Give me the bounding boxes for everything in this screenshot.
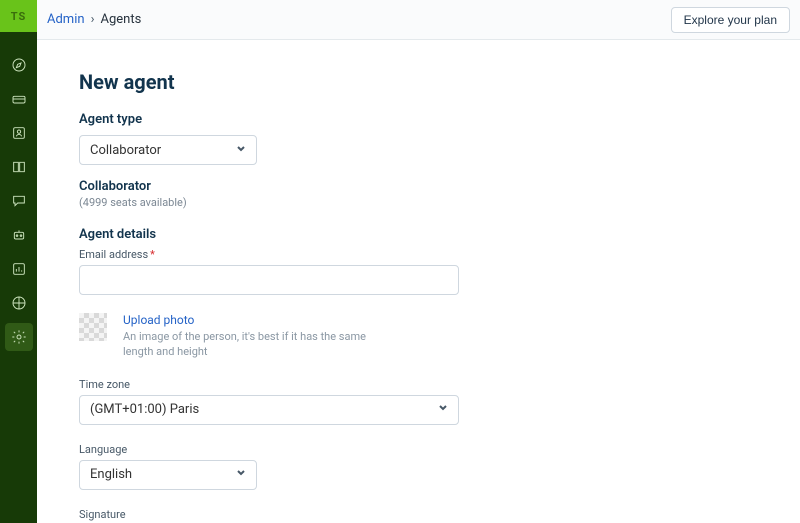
chevron-right-icon: ›: [91, 12, 95, 27]
chevron-down-icon: [236, 467, 246, 482]
nav-dashboard[interactable]: [5, 51, 33, 79]
chat-icon: [11, 193, 27, 209]
nav-chat[interactable]: [5, 187, 33, 215]
seats-available: (4999 seats available): [79, 196, 800, 209]
agent-details-title: Agent details: [79, 227, 800, 242]
upload-photo-desc: An image of the person, it's best if it …: [123, 329, 373, 360]
breadcrumb-current: Agents: [100, 12, 141, 27]
topbar: Admin › Agents Explore your plan: [37, 0, 800, 40]
book-icon: [11, 159, 27, 175]
compass-icon: [11, 57, 27, 73]
contact-icon: [11, 125, 27, 141]
content-scroll[interactable]: New agent Agent type Collaborator Collab…: [37, 40, 800, 523]
chevron-down-icon: [438, 402, 448, 417]
language-label: Language: [79, 443, 800, 456]
sidebar-rail: TS: [0, 0, 37, 523]
avatar-placeholder: [79, 313, 107, 341]
ticket-icon: [11, 91, 27, 107]
breadcrumb: Admin › Agents: [47, 12, 141, 27]
language-value: English: [90, 467, 132, 482]
timezone-label: Time zone: [79, 378, 800, 391]
bot-icon: [11, 227, 27, 243]
breadcrumb-root[interactable]: Admin: [47, 12, 85, 27]
explore-plan-button[interactable]: Explore your plan: [671, 7, 790, 33]
nav-contacts[interactable]: [5, 119, 33, 147]
agent-type-label: Agent type: [79, 112, 800, 127]
page-title: New agent: [79, 70, 800, 94]
explore-icon: [11, 295, 27, 311]
timezone-value: (GMT+01:00) Paris: [90, 402, 199, 417]
signature-label: Signature: [79, 508, 800, 521]
nav-reports[interactable]: [5, 255, 33, 283]
agent-type-select[interactable]: Collaborator: [79, 135, 257, 165]
agent-type-value: Collaborator: [90, 143, 161, 158]
email-label: Email address*: [79, 248, 800, 261]
upload-photo-link[interactable]: Upload photo: [123, 313, 373, 327]
nav-bot[interactable]: [5, 221, 33, 249]
nav-solutions[interactable]: [5, 153, 33, 181]
email-input-wrap: [79, 265, 459, 295]
chart-icon: [11, 261, 27, 277]
main-area: Admin › Agents Explore your plan New age…: [37, 0, 800, 523]
gear-icon: [11, 329, 27, 345]
language-select[interactable]: English: [79, 460, 257, 490]
nav-explore[interactable]: [5, 289, 33, 317]
chevron-down-icon: [236, 143, 246, 158]
nav-tickets[interactable]: [5, 85, 33, 113]
email-field[interactable]: [90, 272, 448, 289]
nav-admin[interactable]: [5, 323, 33, 351]
collaborator-title: Collaborator: [79, 179, 800, 194]
timezone-select[interactable]: (GMT+01:00) Paris: [79, 395, 459, 425]
brand-logo[interactable]: TS: [0, 0, 37, 32]
required-asterisk: *: [150, 248, 155, 261]
